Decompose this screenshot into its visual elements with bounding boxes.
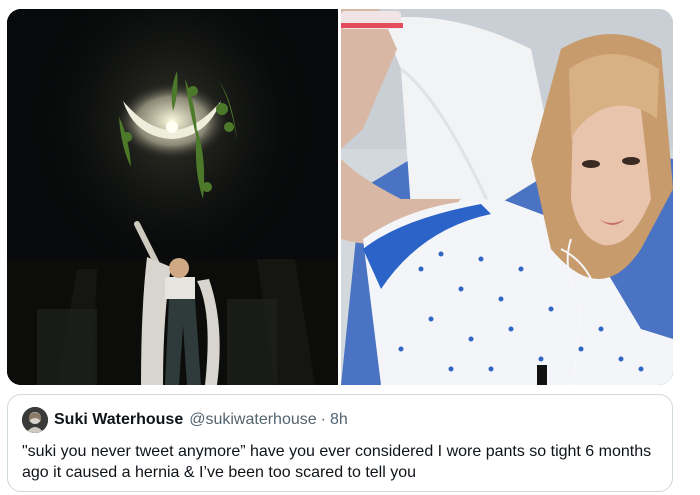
- hospital-selfie-photo-icon: [341, 9, 673, 385]
- concert-photo[interactable]: [7, 9, 338, 385]
- post-timestamp[interactable]: 8h: [330, 411, 348, 429]
- author-display-name[interactable]: Suki Waterhouse: [54, 411, 183, 429]
- author-handle[interactable]: @sukiwaterhouse: [189, 411, 316, 429]
- tweet-media-with-quote: Suki Waterhouse @sukiwaterhouse · 8h "su…: [0, 0, 700, 495]
- hospital-photo[interactable]: [341, 9, 673, 385]
- quoted-tweet-author-row: Suki Waterhouse @sukiwaterhouse · 8h: [22, 407, 658, 433]
- concert-moon-photo-icon: [7, 9, 338, 385]
- avatar[interactable]: [22, 407, 48, 433]
- meta-separator: ·: [320, 411, 326, 428]
- media-grid: [7, 9, 673, 385]
- quoted-tweet-card[interactable]: Suki Waterhouse @sukiwaterhouse · 8h "su…: [7, 394, 673, 492]
- profile-photo-icon: [22, 407, 48, 433]
- quoted-tweet-text: "suki you never tweet anymore” have you …: [22, 443, 652, 481]
